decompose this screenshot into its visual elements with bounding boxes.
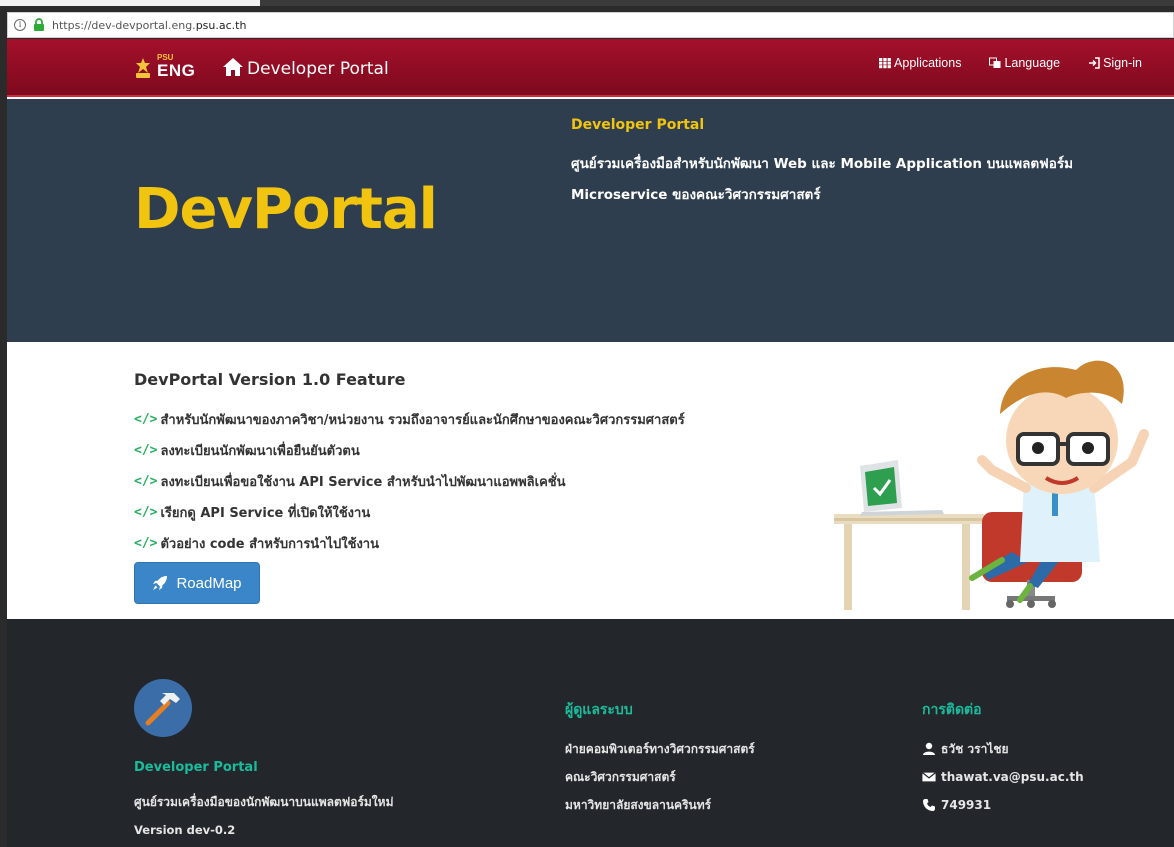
info-icon[interactable]: i (14, 19, 26, 31)
url-domain: psu.ac.th (195, 18, 247, 32)
psu-seal-icon (136, 58, 150, 78)
footer-version: Version dev-0.2 (134, 823, 236, 837)
home-icon[interactable] (222, 57, 244, 77)
features-title: DevPortal Version 1.0 Feature (134, 370, 406, 389)
address-bar[interactable]: i https://dev-devportal.eng.psu.ac.th (7, 12, 1174, 38)
feature-item: </> ตัวอย่าง code สำหรับการนำไปใช้งาน (134, 528, 685, 559)
footer: Developer Portal ศูนย์รวมเครื่องมือของนั… (7, 619, 1174, 847)
feature-item: </> เรียกดู API Service ที่เปิดให้ใช้งาน (134, 497, 685, 528)
footer-contact-phone: 749931 (922, 791, 1084, 819)
footer-admin-title: ผู้ดูแลระบบ (565, 702, 633, 718)
language-icon (989, 57, 1001, 68)
url-prefix: https://dev-devportal.eng. (52, 18, 196, 32)
url-text[interactable]: https://dev-devportal.eng.psu.ac.th (52, 19, 246, 32)
footer-admin-line: ฝ่ายคอมพิวเตอร์ทางวิศวกรรมศาสตร์ (565, 741, 755, 756)
signin-icon (1089, 57, 1100, 69)
feature-item: </> สำหรับนักพัฒนาของภาควิชา/หน่วยงาน รวม… (134, 404, 685, 435)
code-icon: </> (134, 536, 158, 551)
psu-eng-logo[interactable]: PSU ENG (133, 51, 203, 85)
feature-list: </> สำหรับนักพัฒนาของภาควิชา/หน่วยงาน รวม… (134, 404, 685, 559)
browser-tab[interactable] (0, 0, 260, 6)
grid-icon (879, 58, 891, 69)
hero-title: DevPortal (134, 177, 438, 242)
lock-icon (34, 18, 44, 31)
browser-tab-strip (0, 0, 1174, 6)
logo-eng-text: ENG (157, 61, 196, 80)
features-section: DevPortal Version 1.0 Feature </> สำหรับน… (7, 342, 1174, 619)
feature-item: </> ลงทะเบียนนักพัฒนาเพื่อยืนยันตัวตน (134, 435, 685, 466)
footer-contact-email[interactable]: thawat.va@psu.ac.th (922, 763, 1084, 791)
roadmap-button[interactable]: RoadMap (134, 562, 260, 604)
code-icon: </> (134, 443, 158, 458)
user-icon (923, 742, 935, 755)
footer-admin-line: มหาวิทยาลัยสงขลานครินทร์ (565, 797, 712, 812)
code-icon: </> (134, 412, 158, 427)
footer-portal-title: Developer Portal (134, 760, 258, 775)
footer-portal-description: ศูนย์รวมเครื่องมือของนักพัฒนาบนแพลตฟอร์ม… (134, 795, 394, 809)
feature-text: เรียกดู API Service ที่เปิดให้ใช้งาน (160, 506, 371, 521)
contact-name: ธวัช วราไชย (941, 741, 1009, 756)
rocket-icon (153, 576, 168, 590)
brand-title[interactable]: Developer Portal (247, 59, 389, 79)
hero-description: ศูนย์รวมเครื่องมือสำหรับนักพัฒนา Web และ… (571, 156, 1073, 203)
feature-text: สำหรับนักพัฒนาของภาควิชา/หน่วยงาน รวมถึง… (160, 413, 685, 428)
footer-admin-line: คณะวิศวกรรมศาสตร์ (565, 769, 676, 784)
nav-language-label: Language (1004, 56, 1061, 70)
nav-signin[interactable]: Sign-in (1088, 56, 1142, 70)
nav-applications-label: Applications (894, 56, 962, 70)
feature-text: ลงทะเบียนนักพัฒนาเพื่อยืนยันตัวตน (160, 444, 360, 459)
contact-email[interactable]: thawat.va@psu.ac.th (941, 770, 1084, 784)
feature-text: ลงทะเบียนเพื่อขอใช้งาน API Service สำหรั… (160, 475, 566, 490)
nav-links: Applications Language Sign-in (879, 56, 1142, 70)
footer-contact-list: ธวัช วราไชย thawat.va@psu.ac.th 749931 (922, 735, 1084, 819)
developer-illustration (834, 360, 1149, 610)
nav-signin-label: Sign-in (1103, 56, 1142, 70)
roadmap-label: RoadMap (176, 574, 242, 592)
nav-language[interactable]: Language (989, 56, 1060, 70)
navbar: PSU ENG Developer Portal Applications La… (7, 39, 1174, 97)
envelope-icon (922, 772, 936, 782)
code-icon: </> (134, 505, 158, 520)
footer-admin-list: ฝ่ายคอมพิวเตอร์ทางวิศวกรรมศาสตร์ คณะวิศว… (565, 735, 755, 819)
hero-section: DevPortal Developer Portal ศูนย์รวมเครื่… (7, 99, 1174, 342)
nav-applications[interactable]: Applications (879, 56, 961, 70)
hammer-logo-icon (134, 679, 192, 737)
footer-contact-name: ธวัช วราไชย (922, 735, 1084, 763)
feature-item: </> ลงทะเบียนเพื่อขอใช้งาน API Service สำ… (134, 466, 685, 497)
hero-subtitle: Developer Portal (571, 117, 705, 133)
contact-phone: 749931 (941, 798, 992, 812)
code-icon: </> (134, 474, 158, 489)
feature-text: ตัวอย่าง code สำหรับการนำไปใช้งาน (160, 537, 379, 552)
footer-contact-title: การติดต่อ (922, 702, 982, 718)
phone-icon (923, 799, 935, 811)
website: PSU ENG Developer Portal Applications La… (7, 39, 1174, 847)
